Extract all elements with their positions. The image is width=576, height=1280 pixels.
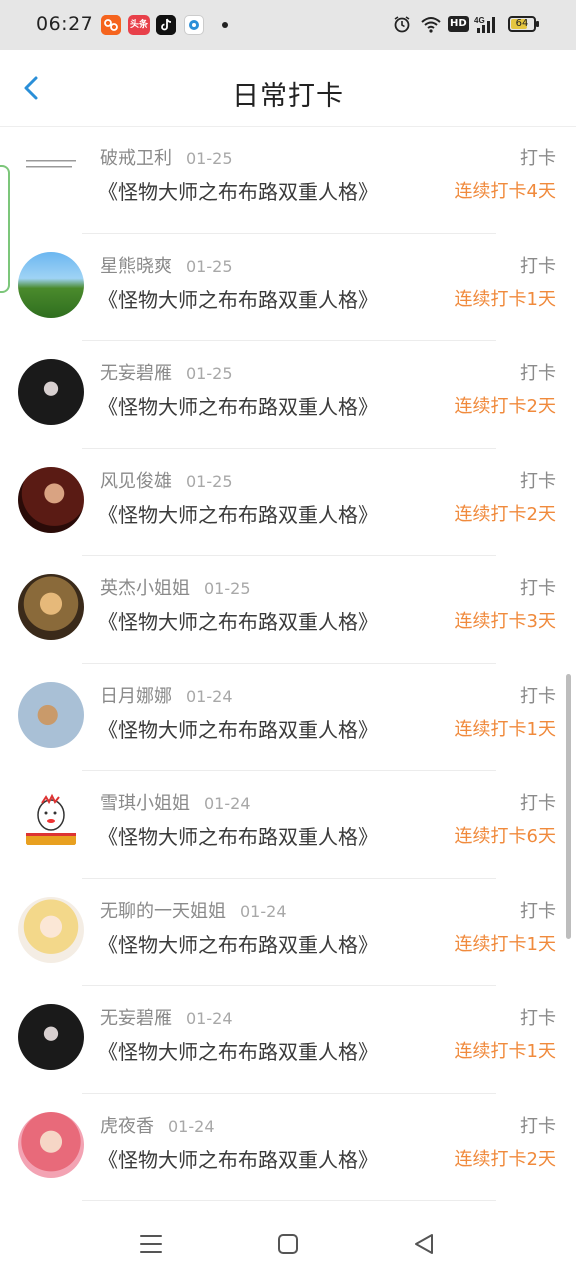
checkin-label: 打卡 xyxy=(520,685,556,707)
streak-label: 连续打卡4天 xyxy=(454,181,556,202)
book-title: 《怪物大师之布布路双重人格》 xyxy=(98,610,378,634)
checkin-label: 打卡 xyxy=(520,578,556,599)
streak-label: 连续打卡2天 xyxy=(454,1148,556,1170)
book-title: 《怪物大师之布布路双重人格》 xyxy=(98,502,378,527)
tiktok-icon xyxy=(156,15,176,35)
book-title: 《怪物大师之布布路双重人格》 xyxy=(98,287,378,312)
streak-label: 连续打卡1天 xyxy=(454,1041,556,1062)
user-name: 无妄碧雁 xyxy=(100,363,172,384)
checkin-list[interactable]: 破戒卫利 01-25 《怪物大师之布布路双重人格》 打卡 连续打卡4天 星熊晓爽 0… xyxy=(0,126,576,1201)
list-item[interactable]: 日月娜娜 01-24 《怪物大师之布布路双重人格》 打卡 连续打卡1天 xyxy=(0,664,576,771)
user-name: 虎夜香 xyxy=(100,1115,154,1137)
scrollbar[interactable] xyxy=(566,674,571,939)
avatar[interactable] xyxy=(18,251,84,318)
checkin-date: 01-24 xyxy=(168,1116,215,1136)
streak-label: 连续打卡2天 xyxy=(454,503,556,525)
user-name: 无聊的一天姐姐 xyxy=(100,900,226,922)
avatar[interactable] xyxy=(18,146,84,212)
avatar[interactable] xyxy=(18,896,84,963)
avatar[interactable] xyxy=(18,789,84,855)
floating-side-tab[interactable] xyxy=(0,165,10,293)
list-item[interactable]: 破戒卫利 01-25 《怪物大师之布布路双重人格》 打卡 连续打卡4天 xyxy=(0,126,576,234)
list-item[interactable]: 风见俊雄 01-25 《怪物大师之布布路双重人格》 打卡 连续打卡2天 xyxy=(0,449,576,556)
status-time: 06:27 xyxy=(36,13,94,35)
user-name: 雪琪小姐姐 xyxy=(100,793,190,814)
battery-level: 64 xyxy=(515,18,529,29)
wifi-icon xyxy=(420,14,442,36)
book-title: 《怪物大师之布布路双重人格》 xyxy=(98,1040,378,1064)
menu-icon[interactable] xyxy=(138,1232,164,1260)
alarm-icon xyxy=(392,14,412,36)
taobao-icon xyxy=(101,15,121,35)
hd-icon: HD xyxy=(448,16,469,32)
user-name: 英杰小姐姐 xyxy=(100,578,190,599)
status-bar: 06:27 头条 HD 4G 64 xyxy=(0,0,576,50)
avatar[interactable] xyxy=(18,466,84,533)
book-title: 《怪物大师之布布路双重人格》 xyxy=(98,825,378,849)
signal-icon: 4G xyxy=(474,14,502,36)
list-item[interactable]: 雪琪小姐姐 01-24 《怪物大师之布布路双重人格》 打卡 连续打卡6天 xyxy=(0,771,576,879)
checkin-label: 打卡 xyxy=(520,255,556,277)
user-name: 星熊晓爽 xyxy=(100,255,172,277)
list-item[interactable]: 虎夜香 01-24 《怪物大师之布布路双重人格》 打卡 连续打卡2天 xyxy=(0,1094,576,1201)
checkin-date: 01-24 xyxy=(186,686,233,706)
checkin-date: 01-24 xyxy=(204,794,251,813)
checkin-label: 打卡 xyxy=(520,470,556,492)
avatar[interactable] xyxy=(18,359,84,425)
book-title: 《怪物大师之布布路双重人格》 xyxy=(98,180,378,204)
avatar[interactable] xyxy=(18,1111,84,1178)
book-title: 《怪物大师之布布路双重人格》 xyxy=(98,1147,378,1172)
streak-label: 连续打卡1天 xyxy=(454,288,556,310)
avatar[interactable] xyxy=(18,681,84,748)
list-item[interactable]: 星熊晓爽 01-25 《怪物大师之布布路双重人格》 打卡 连续打卡1天 xyxy=(0,234,576,341)
streak-label: 连续打卡1天 xyxy=(454,933,556,955)
avatar[interactable] xyxy=(18,574,84,640)
streak-label: 连续打卡6天 xyxy=(454,826,556,847)
battery-icon: 64 xyxy=(508,16,536,32)
streak-label: 连续打卡2天 xyxy=(454,396,556,417)
checkin-date: 01-25 xyxy=(186,149,233,168)
user-name: 风见俊雄 xyxy=(100,470,172,492)
checkin-date: 01-24 xyxy=(186,1009,233,1028)
checkin-date: 01-25 xyxy=(186,256,233,276)
checkin-label: 打卡 xyxy=(520,900,556,922)
home-icon[interactable] xyxy=(276,1232,300,1260)
avatar[interactable] xyxy=(18,1004,84,1070)
checkin-date: 01-25 xyxy=(204,579,251,598)
system-nav-bar xyxy=(0,1205,576,1280)
checkin-date: 01-24 xyxy=(240,901,287,921)
user-name: 日月娜娜 xyxy=(100,685,172,707)
streak-label: 连续打卡1天 xyxy=(454,718,556,740)
svg-text:4G: 4G xyxy=(474,16,485,25)
page-title: 日常打卡 xyxy=(232,81,344,112)
checkin-label: 打卡 xyxy=(520,363,556,384)
list-item[interactable]: 无妄碧雁 01-24 《怪物大师之布布路双重人格》 打卡 连续打卡1天 xyxy=(0,986,576,1094)
toutiao-icon: 头条 xyxy=(128,15,150,35)
book-title: 《怪物大师之布布路双重人格》 xyxy=(98,395,378,419)
more-notifications-dot xyxy=(222,22,228,28)
checkin-label: 打卡 xyxy=(520,148,556,169)
user-name: 破戒卫利 xyxy=(100,148,172,169)
browser-icon xyxy=(184,15,204,35)
header-bar: 日常打卡 xyxy=(0,50,576,127)
book-title: 《怪物大师之布布路双重人格》 xyxy=(98,932,378,957)
list-item[interactable]: 英杰小姐姐 01-25 《怪物大师之布布路双重人格》 打卡 连续打卡3天 xyxy=(0,556,576,664)
list-item[interactable]: 无聊的一天姐姐 01-24 《怪物大师之布布路双重人格》 打卡 连续打卡1天 xyxy=(0,879,576,986)
checkin-date: 01-25 xyxy=(186,364,233,383)
streak-label: 连续打卡3天 xyxy=(454,611,556,632)
list-item[interactable]: 无妄碧雁 01-25 《怪物大师之布布路双重人格》 打卡 连续打卡2天 xyxy=(0,341,576,449)
back-icon[interactable] xyxy=(412,1232,436,1260)
checkin-label: 打卡 xyxy=(520,793,556,814)
user-name: 无妄碧雁 xyxy=(100,1008,172,1029)
checkin-date: 01-25 xyxy=(186,471,233,491)
book-title: 《怪物大师之布布路双重人格》 xyxy=(98,717,378,742)
checkin-label: 打卡 xyxy=(520,1115,556,1137)
checkin-label: 打卡 xyxy=(520,1008,556,1029)
